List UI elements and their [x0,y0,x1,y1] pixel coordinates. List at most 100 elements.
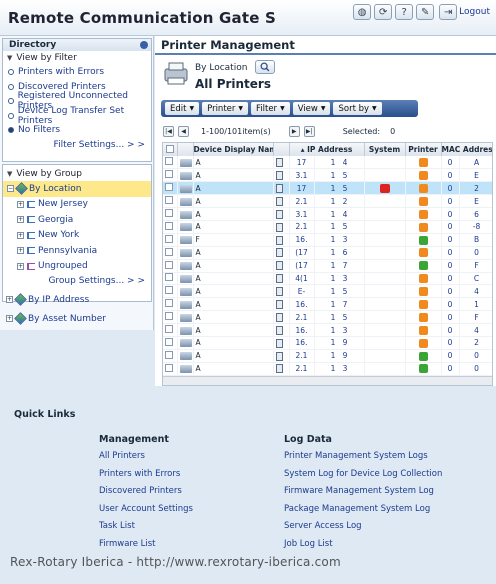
detail-doc-icon[interactable] [273,297,290,312]
printer-status-icon[interactable] [418,274,428,284]
device-name-cell[interactable]: F [193,233,274,247]
row-checkbox[interactable] [163,156,178,170]
printer-status-icon[interactable] [418,364,428,374]
horizontal-scrollbar[interactable] [163,376,492,385]
printer-status-icon[interactable] [418,171,428,181]
device-name-cell[interactable]: A [193,336,274,350]
printer-status-icon[interactable] [418,312,428,322]
quick-link[interactable]: System Log for Device Log Collection [284,469,442,487]
device-name-cell[interactable]: A [193,323,274,337]
toolbar-menu-sort-by[interactable]: Sort by ▼ [333,102,382,115]
table-row[interactable]: A 17 1 502 [163,181,492,196]
expand-icon[interactable]: + [17,247,24,255]
row-checkbox[interactable] [163,220,178,234]
printer-status-icon[interactable] [418,338,428,348]
table-row[interactable]: A 16. 1 701 [163,297,492,312]
row-checkbox[interactable] [163,194,178,209]
tree-location-item[interactable]: + Pennsylvania [3,243,151,259]
quick-link[interactable]: Job Log List [284,539,442,557]
row-checkbox[interactable] [163,284,178,299]
table-row[interactable]: F 16. 1 30B [163,233,492,247]
device-name-cell[interactable]: A [193,284,274,299]
toolbar-menu-printer[interactable]: Printer ▼ [202,102,248,115]
printer-status-icon[interactable] [418,196,428,206]
printer-status-icon[interactable] [418,209,428,219]
view-by-filter-toggle[interactable]: ▼ View by Filter [3,51,151,65]
detail-doc-icon[interactable] [273,323,290,337]
toolbar-menu-view[interactable]: View ▼ [292,102,331,115]
expand-icon[interactable]: + [17,231,24,239]
device-name-cell[interactable]: A [193,168,274,183]
printer-status-icon[interactable] [418,261,428,271]
device-name-cell[interactable]: A [193,194,274,209]
table-row[interactable]: A 3.1 1 406 [163,207,492,221]
detail-doc-icon[interactable] [273,194,290,209]
detail-doc-icon[interactable] [273,156,290,170]
row-checkbox[interactable] [163,168,178,183]
quick-link[interactable]: Package Management System Log [284,504,442,522]
detail-doc-icon[interactable] [273,181,290,196]
row-checkbox[interactable] [163,323,178,337]
tree-location-item[interactable]: + Georgia [3,212,151,228]
printer-status-icon[interactable] [418,248,428,258]
table-row[interactable]: A 2.1 1 20E [163,194,492,209]
help-icon[interactable]: ? [395,4,414,20]
table-row[interactable]: A 16. 1 902 [163,336,492,350]
detail-doc-icon[interactable] [273,272,290,286]
radio-icon[interactable] [8,112,14,119]
row-checkbox[interactable] [163,349,178,363]
radio-icon[interactable] [8,69,14,76]
tree-location-item[interactable]: + New York [3,228,151,244]
printer-status-icon[interactable] [418,222,428,232]
quick-link[interactable]: Printer Management System Logs [284,451,442,469]
group-settings-link[interactable]: Group Settings... > > [3,274,151,288]
radio-icon[interactable] [8,98,14,105]
device-name-cell[interactable]: A [193,297,274,312]
device-name-cell[interactable]: A [193,246,274,260]
expand-icon[interactable]: + [17,216,24,224]
view-by-group-toggle[interactable]: ▼ View by Group [3,167,151,181]
device-name-cell[interactable]: A [193,259,274,273]
device-name-cell[interactable]: A [193,310,274,325]
detail-doc-icon[interactable] [273,336,290,350]
detail-doc-icon[interactable] [273,220,290,234]
detail-doc-icon[interactable] [273,284,290,299]
table-row[interactable]: A 4(1 1 30C [163,272,492,286]
table-row[interactable]: A 3.1 1 50E [163,168,492,183]
column-mac-address[interactable]: MAC Address [441,143,492,156]
device-name-cell[interactable]: A [193,156,274,170]
logout-button[interactable]: ⇥ Logout [437,4,490,20]
column-device-name[interactable]: Device Display Name [193,143,274,156]
device-name-cell[interactable]: A [193,220,274,234]
tree-by-location[interactable]: − By Location [3,181,151,197]
detail-doc-icon[interactable] [273,310,290,325]
row-checkbox[interactable] [163,181,178,196]
next-page-button[interactable]: ▶ [288,125,300,137]
table-row[interactable]: A 2.1 1 300 [163,362,492,376]
column-ip-address[interactable]: ▴ IP Address [289,143,365,156]
collapse-icon[interactable] [140,41,148,49]
tree-by-ip[interactable]: + By IP Address [6,292,89,308]
detail-doc-icon[interactable] [273,349,290,363]
table-row[interactable]: A 2.1 1 900 [163,349,492,363]
tree-location-item[interactable]: + Ungrouped [3,259,151,275]
first-page-button[interactable]: |◀ [163,125,174,137]
column-system[interactable]: System [364,143,406,156]
detail-doc-icon[interactable] [273,168,290,183]
device-name-cell[interactable]: A [193,349,274,363]
select-all-checkbox[interactable] [163,143,178,156]
printer-status-icon[interactable] [418,157,428,167]
table-row[interactable]: A 2.1 1 50F [163,310,492,325]
row-checkbox[interactable] [163,233,178,247]
table-row[interactable]: A 2.1 1 5 0 -8 [163,220,492,234]
row-checkbox[interactable] [163,272,178,286]
expand-icon[interactable]: + [6,315,13,323]
radio-icon[interactable] [8,83,14,90]
radio-icon[interactable] [8,127,14,134]
printer-status-icon[interactable] [418,287,428,297]
tree-by-asset[interactable]: + By Asset Number [6,311,106,327]
tree-location-item[interactable]: + New Jersey [3,197,151,213]
toolbar-menu-edit[interactable]: Edit ▼ [165,102,200,115]
collapse-toggle-icon[interactable]: − [7,185,14,193]
filter-settings-link[interactable]: Filter Settings... > > [3,138,151,152]
